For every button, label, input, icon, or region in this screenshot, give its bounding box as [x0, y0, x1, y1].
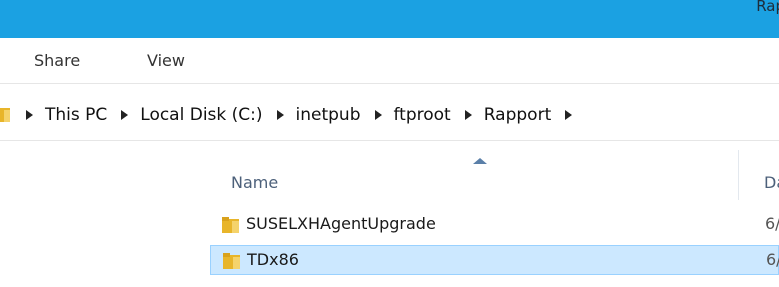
window-titlebar: Rap: [0, 0, 779, 38]
tab-view[interactable]: View: [147, 51, 185, 70]
file-list: Name Da SUSELXHAgentUpgrade 6/1 TDx86 6/…: [210, 150, 779, 287]
tab-share[interactable]: Share: [34, 51, 80, 70]
column-header-date[interactable]: Da: [739, 150, 779, 200]
file-row-suselxhagentupgrade[interactable]: SUSELXHAgentUpgrade 6/1: [210, 210, 779, 240]
chevron-right-icon[interactable]: [565, 110, 573, 120]
file-name: SUSELXHAgentUpgrade: [246, 214, 436, 233]
breadcrumb-this-pc[interactable]: This PC: [45, 105, 107, 125]
breadcrumb-rapport[interactable]: Rapport: [484, 105, 552, 125]
folder-icon: [221, 216, 241, 234]
chevron-right-icon[interactable]: [374, 110, 382, 120]
file-date: 6/1: [765, 214, 779, 233]
ribbon: Share View: [0, 38, 779, 88]
column-header-date-label: Da: [764, 173, 779, 192]
breadcrumb-ftproot[interactable]: ftproot: [394, 105, 451, 125]
chevron-right-icon[interactable]: [276, 110, 284, 120]
breadcrumb-local-disk[interactable]: Local Disk (C:): [140, 105, 262, 125]
folder-icon: [222, 252, 242, 270]
chevron-right-icon[interactable]: [121, 110, 129, 120]
column-header-name[interactable]: Name: [210, 150, 738, 200]
file-name: TDx86: [247, 250, 299, 269]
breadcrumb: This PC Local Disk (C:) inetpub ftproot …: [26, 105, 584, 125]
file-date: 6/2: [766, 250, 779, 269]
file-row-tdx86[interactable]: TDx86 6/2: [210, 245, 779, 275]
window-title: Rap: [756, 0, 779, 15]
sort-ascending-icon: [473, 158, 487, 164]
breadcrumb-inetpub[interactable]: inetpub: [296, 105, 361, 125]
column-header-name-label: Name: [231, 173, 279, 192]
chevron-right-icon[interactable]: [26, 110, 33, 120]
column-header-row: Name Da: [210, 150, 779, 200]
folder-icon: [0, 106, 12, 122]
ribbon-divider: [0, 83, 779, 84]
chevron-right-icon[interactable]: [464, 110, 472, 120]
address-bar[interactable]: This PC Local Disk (C:) inetpub ftproot …: [0, 90, 779, 141]
